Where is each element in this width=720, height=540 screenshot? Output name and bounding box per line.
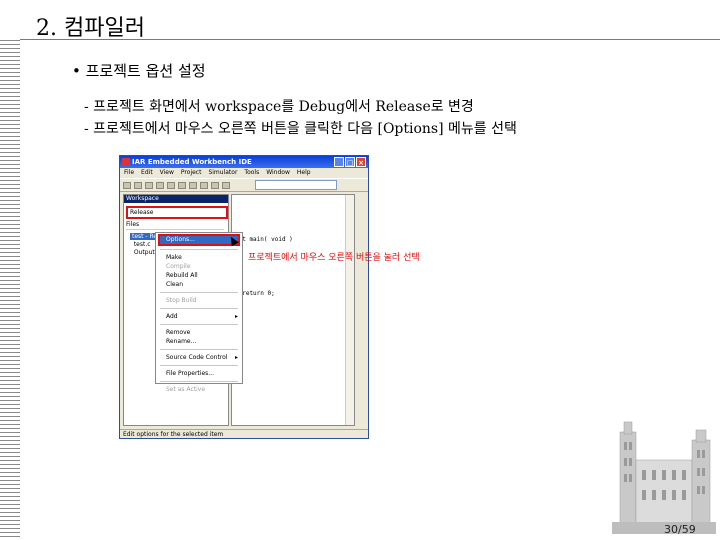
editor-scrollbar[interactable] <box>345 195 354 425</box>
menu-item-make[interactable]: Make <box>156 253 242 262</box>
menu-help[interactable]: Help <box>297 168 311 178</box>
menu-item-add-label: Add <box>166 313 178 320</box>
paste-icon[interactable] <box>200 181 208 189</box>
code-view: int main( void ) { return 0; } <box>235 217 293 343</box>
minimize-button[interactable]: _ <box>334 157 344 167</box>
submenu-arrow-icon: ▸ <box>234 313 238 320</box>
submenu-arrow-icon: ▸ <box>234 354 238 361</box>
menu-separator <box>160 324 238 325</box>
menu-separator <box>160 308 238 309</box>
menu-edit[interactable]: Edit <box>141 168 153 178</box>
close-button[interactable]: × <box>356 157 366 167</box>
print-icon[interactable] <box>167 181 175 189</box>
menu-separator <box>160 349 238 350</box>
ide-titlebar: IAR Embedded Workbench IDE _ □ × <box>120 156 368 168</box>
maximize-button[interactable]: □ <box>345 157 355 167</box>
building-image <box>612 410 716 534</box>
menu-item-clean[interactable]: Clean <box>156 280 242 289</box>
context-menu: Options... Make Compile Rebuild All Clea… <box>155 232 243 393</box>
code-line: { <box>235 262 293 271</box>
menu-item-file-properties[interactable]: File Properties... <box>156 369 242 378</box>
code-line: int main( void ) <box>235 236 293 243</box>
menu-view[interactable]: View <box>160 168 174 178</box>
slide-title: 2. 컴파일러 <box>36 16 145 41</box>
save-icon[interactable] <box>145 181 153 189</box>
title-divider <box>20 39 720 40</box>
menu-item-rebuild-all[interactable]: Rebuild All <box>156 271 242 280</box>
left-stripe-decoration <box>0 40 20 540</box>
menu-item-rename[interactable]: Rename... <box>156 337 242 346</box>
new-file-icon[interactable] <box>123 181 131 189</box>
menu-item-source-control-label: Source Code Control <box>166 354 228 361</box>
menu-separator <box>160 365 238 366</box>
menu-separator <box>160 292 238 293</box>
sub-item-workspace-release: - 프로젝트 화면에서 workspace를 Debug에서 Release로 … <box>84 99 474 115</box>
redo-icon[interactable] <box>222 181 230 189</box>
menu-tools[interactable]: Tools <box>244 168 259 178</box>
menu-item-source-control[interactable]: Source Code Control ▸ <box>156 353 242 362</box>
code-line: } <box>235 316 293 325</box>
menu-project[interactable]: Project <box>181 168 202 178</box>
ide-title-text: IAR Embedded Workbench IDE <box>132 158 252 166</box>
copy-icon[interactable] <box>189 181 197 189</box>
tree-item-output[interactable]: Output <box>134 249 155 256</box>
open-icon[interactable] <box>134 181 142 189</box>
menu-item-set-active: Set as Active <box>166 386 206 393</box>
menu-item-compile: Compile <box>166 263 191 270</box>
ide-toolbar <box>120 178 368 192</box>
menu-window[interactable]: Window <box>266 168 290 178</box>
menu-separator <box>160 381 238 382</box>
code-line: return 0; <box>235 290 275 297</box>
undo-icon[interactable] <box>211 181 219 189</box>
slide-header: 2. 컴파일러 <box>0 0 720 41</box>
menu-file[interactable]: File <box>124 168 134 178</box>
files-header: Files <box>126 220 224 230</box>
annotation-right-click: 프로젝트에서 마우스 오른쪽 버튼을 눌러 선택 <box>248 253 420 263</box>
menu-item-stop-build: Stop Build <box>166 297 197 304</box>
menu-separator <box>160 249 238 250</box>
find-combo[interactable] <box>255 180 337 190</box>
page-number: 30/59 <box>664 523 696 536</box>
workspace-config-select[interactable]: Release <box>126 206 228 219</box>
workspace-title: Workspace <box>124 195 228 203</box>
editor-pane[interactable]: int main( void ) { return 0; } <box>231 194 355 426</box>
bullet-project-options: • 프로젝트 옵션 설정 <box>72 62 206 80</box>
menu-item-add[interactable]: Add ▸ <box>156 312 242 321</box>
tree-item-file[interactable]: test.c <box>134 241 151 248</box>
app-icon <box>122 158 130 166</box>
save-all-icon[interactable] <box>156 181 164 189</box>
menu-simulator[interactable]: Simulator <box>208 168 237 178</box>
menu-item-remove[interactable]: Remove <box>156 328 242 337</box>
sub-item-right-click-options: - 프로젝트에서 마우스 오른쪽 버튼을 클릭한 다음 [Options] 메뉴… <box>84 121 517 137</box>
ide-menubar: File Edit View Project Simulator Tools W… <box>120 168 368 178</box>
status-bar: Edit options for the selected item <box>120 429 368 438</box>
cut-icon[interactable] <box>178 181 186 189</box>
